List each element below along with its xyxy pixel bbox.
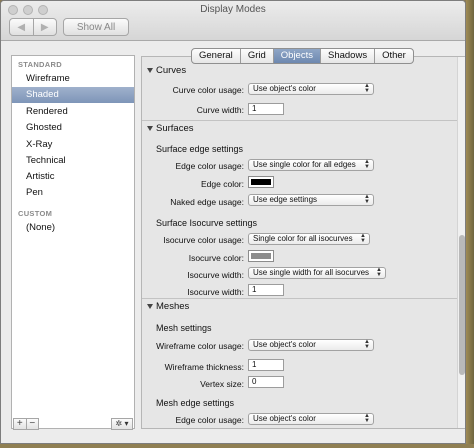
show-all-button[interactable]: Show All: [63, 18, 129, 36]
add-button[interactable]: +: [14, 419, 26, 429]
isocurve-color-usage-label: Isocurve color usage:: [163, 235, 244, 245]
collapse-triangle-icon[interactable]: [147, 304, 153, 309]
sidebar-item-artistic[interactable]: Artistic: [12, 169, 134, 185]
edge-color-well[interactable]: [248, 176, 274, 188]
isocurve-color-swatch: [251, 253, 271, 259]
remove-button[interactable]: −: [25, 419, 39, 429]
isocurve-color-usage-value: Single color for all isocurves: [253, 234, 353, 243]
scrollbar-thumb[interactable]: [459, 235, 465, 375]
isocurve-color-label: Isocurve color:: [188, 253, 244, 263]
sidebar-item-wireframe[interactable]: Wireframe: [12, 71, 134, 87]
vertex-size-input[interactable]: 0: [248, 376, 284, 388]
select-arrows-icon: ▲ ▼: [364, 339, 370, 350]
isocurve-width-label: Isocurve width:: [187, 287, 244, 297]
section-divider: [142, 120, 458, 121]
select-arrows-icon: ▲ ▼: [364, 159, 370, 170]
edge-color-usage-label: Edge color usage:: [175, 161, 244, 171]
curve-width-input[interactable]: 1: [248, 103, 284, 115]
objects-settings-panel: Curves Curve color usage: Use object's c…: [141, 56, 465, 429]
edge-color-usage-value: Use single color for all edges: [253, 160, 356, 169]
sidebar-item-rendered[interactable]: Rendered: [12, 104, 134, 120]
sidebar-footer: + − ✲ ▾: [11, 417, 135, 431]
sidebar-item-pen[interactable]: Pen: [12, 185, 134, 201]
standard-header: STANDARD: [18, 60, 62, 69]
naked-edge-usage-label: Naked edge usage:: [170, 197, 244, 207]
nav-button-group: ◀ ▶: [9, 18, 57, 36]
isocurve-color-usage-select[interactable]: Single color for all isocurves ▲ ▼: [248, 233, 370, 245]
select-arrows-icon: ▲ ▼: [360, 233, 366, 244]
tab-objects[interactable]: Objects: [272, 49, 320, 63]
back-arrow-icon[interactable]: ◀: [10, 19, 33, 35]
forward-arrow-icon[interactable]: ▶: [32, 19, 57, 35]
sidebar-item-technical[interactable]: Technical: [12, 153, 134, 169]
gear-menu-button[interactable]: ✲ ▾: [111, 418, 133, 430]
mesh-edge-settings-title: Mesh edge settings: [156, 398, 235, 408]
title-bar: Display Modes ◀ ▶ Show All: [1, 1, 465, 41]
surface-edge-settings-title: Surface edge settings: [156, 144, 244, 154]
wireframe-thickness-label: Wireframe thickness:: [164, 362, 244, 372]
wireframe-thickness-input[interactable]: 1: [248, 359, 284, 371]
surfaces-header: Surfaces: [156, 123, 194, 134]
sidebar-item-none[interactable]: (None): [12, 220, 134, 236]
naked-edge-usage-select[interactable]: Use edge settings ▲ ▼: [248, 194, 374, 206]
edge-color-swatch: [251, 179, 271, 185]
meshes-header: Meshes: [156, 301, 190, 312]
naked-edge-usage-value: Use edge settings: [253, 195, 318, 204]
isocurve-width-usage-value: Use single width for all isocurves: [253, 268, 370, 277]
isocurve-width-usage-select[interactable]: Use single width for all isocurves ▲ ▼: [248, 267, 386, 279]
select-arrows-icon: ▲ ▼: [364, 83, 370, 94]
curve-color-usage-value: Use object's color: [253, 84, 316, 93]
collapse-triangle-icon[interactable]: [147, 68, 153, 73]
isocurve-width-input[interactable]: 1: [248, 284, 284, 296]
sidebar-item-shaded[interactable]: Shaded: [12, 87, 134, 103]
curve-width-label: Curve width:: [196, 105, 244, 115]
tab-general[interactable]: General: [192, 49, 240, 63]
mesh-settings-title: Mesh settings: [156, 323, 212, 333]
curves-header: Curves: [156, 65, 187, 76]
edge-color-label: Edge color:: [201, 179, 244, 189]
tab-other[interactable]: Other: [374, 49, 413, 63]
display-mode-list: STANDARD Wireframe Shaded Rendered Ghost…: [11, 55, 135, 429]
edge-color-usage-select[interactable]: Use single color for all edges ▲ ▼: [248, 159, 374, 171]
custom-header: CUSTOM: [18, 209, 53, 218]
tab-bar: General Grid Objects Shadows Other: [191, 48, 414, 64]
mesh-edge-color-usage-select[interactable]: Use object's color ▲ ▼: [248, 413, 374, 425]
vertical-scrollbar[interactable]: [457, 57, 465, 428]
background-desktop: [466, 0, 474, 448]
wireframe-color-usage-label: Wireframe color usage:: [156, 341, 244, 351]
add-remove-group: + −: [13, 418, 39, 430]
isocurve-width-usage-label: Isocurve width:: [187, 270, 244, 280]
tab-grid[interactable]: Grid: [239, 49, 273, 63]
select-arrows-icon: ▲ ▼: [376, 267, 382, 278]
wireframe-color-usage-value: Use object's color: [253, 340, 316, 349]
display-modes-window: Display Modes ◀ ▶ Show All STANDARD Wire…: [0, 0, 466, 444]
window-title: Display Modes: [200, 4, 266, 15]
sidebar-item-xray[interactable]: X-Ray: [12, 137, 134, 153]
section-divider: [142, 298, 458, 299]
isocurve-color-well[interactable]: [248, 250, 274, 262]
wireframe-color-usage-select[interactable]: Use object's color ▲ ▼: [248, 339, 374, 351]
tab-shadows[interactable]: Shadows: [319, 49, 374, 63]
background-desktop-bottom: [0, 444, 474, 448]
curve-color-usage-select[interactable]: Use object's color ▲ ▼: [248, 83, 374, 95]
collapse-triangle-icon[interactable]: [147, 126, 153, 131]
curve-color-usage-label: Curve color usage:: [172, 85, 244, 95]
sidebar-item-ghosted[interactable]: Ghosted: [12, 120, 134, 136]
surface-isocurve-settings-title: Surface Isocurve settings: [156, 218, 258, 228]
vertex-size-label: Vertex size:: [200, 379, 244, 389]
select-arrows-icon: ▲ ▼: [364, 413, 370, 424]
mesh-edge-color-usage-label: Edge color usage:: [175, 415, 244, 425]
mesh-edge-color-usage-value: Use object's color: [253, 414, 316, 423]
select-arrows-icon: ▲ ▼: [364, 194, 370, 205]
